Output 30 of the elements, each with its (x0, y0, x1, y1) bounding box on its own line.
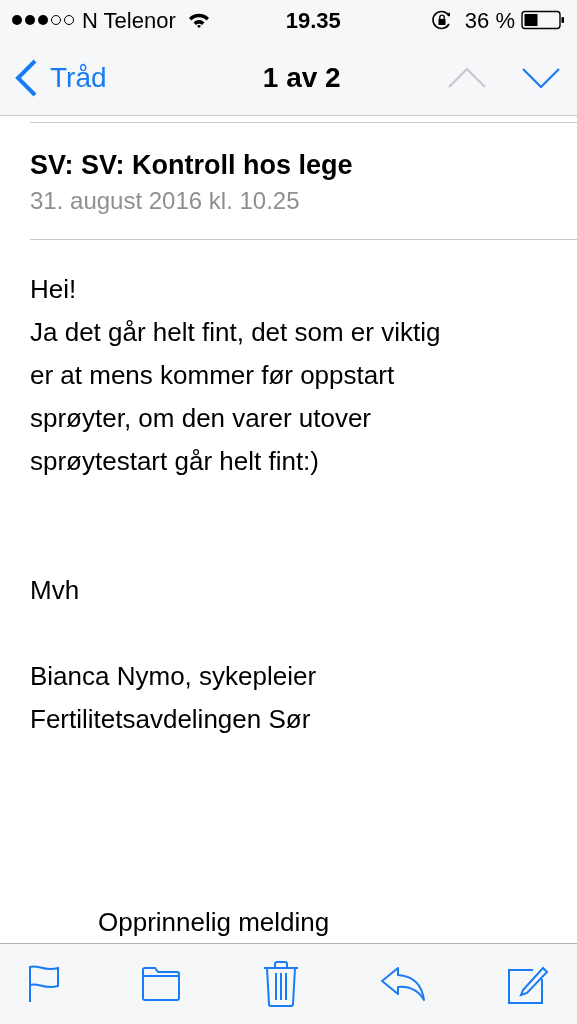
message-line: sprøytestart går helt fint:) (30, 445, 320, 478)
back-button[interactable]: Tråd (14, 57, 107, 99)
rotation-lock-icon (430, 9, 453, 31)
flag-icon (28, 964, 60, 1004)
clock-time: 19.35 (285, 6, 341, 35)
wifi-icon (187, 12, 210, 28)
reply-arrow-icon (379, 966, 426, 1002)
flag-button[interactable] (28, 964, 60, 1004)
message-line: Mvh (30, 574, 81, 607)
up-chevron-icon (447, 67, 487, 89)
message-line: Bianca Nymo, sykepleier (30, 660, 318, 693)
navigation-title: 1 av 2 (262, 61, 341, 95)
message-line: sprøyter, om den varer utover (30, 402, 373, 435)
message-line: er at mens kommer før oppstart (30, 359, 396, 392)
message-line: Hei! (30, 273, 78, 306)
trash-icon (262, 961, 299, 1007)
quoted-message-header: Opprinnelig melding (98, 906, 331, 939)
email-subject: SV: SV: Kontroll hos lege (30, 149, 354, 182)
message-line: Ja det går helt fint, det som er viktig (30, 316, 442, 349)
battery-icon (521, 10, 565, 30)
reply-button[interactable] (379, 966, 426, 1002)
down-chevron-icon (521, 67, 561, 89)
back-chevron-icon (14, 59, 38, 97)
move-to-folder-button[interactable] (141, 967, 182, 1001)
carrier-name: N Telenor (82, 6, 176, 35)
email-date: 31. august 2016 kl. 10.25 (30, 186, 301, 216)
delete-button[interactable] (262, 961, 299, 1007)
folder-icon (141, 967, 182, 1001)
message-line: Fertilitetsavdelingen Sør (30, 703, 312, 736)
battery-percent: 36 % (464, 6, 515, 35)
